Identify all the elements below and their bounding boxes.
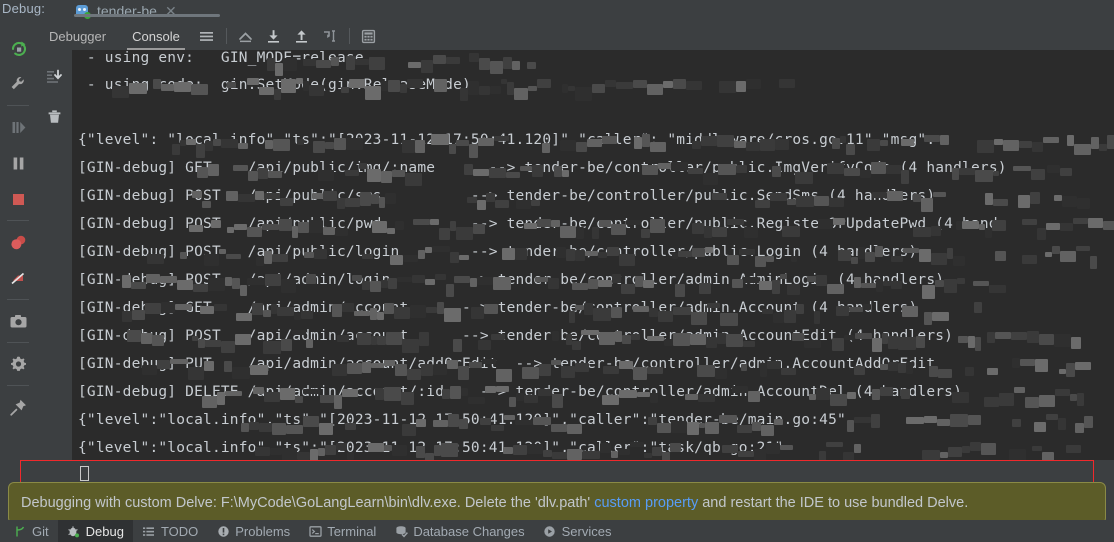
terminal-icon (308, 524, 322, 538)
run-tab-header: Debug: tender-be ✕ (0, 0, 1114, 22)
toolbar-divider (7, 342, 29, 343)
statusbar-todo[interactable]: TODO (133, 520, 207, 542)
statusbar-label: TODO (161, 524, 198, 539)
statusbar-terminal[interactable]: Terminal (299, 520, 385, 542)
pause-program-button[interactable] (0, 145, 36, 181)
console-line: - using code: gin.SetMode(gin.ReleaseMod… (78, 77, 471, 93)
gear-icon[interactable] (0, 346, 36, 382)
screenshot-button[interactable] (0, 303, 36, 339)
console-line: [GIN-debug] PUT /api/admin/account/addOr… (78, 356, 935, 372)
stop-button[interactable] (0, 181, 36, 217)
toolbar-divider (7, 105, 29, 106)
console-line: [GIN-debug] POST /api/public/login --> t… (78, 244, 917, 260)
problems-icon (216, 524, 230, 538)
balloon-text-before: Debugging with custom Delve: F:\MyCode\G… (21, 495, 594, 511)
tab-debugger[interactable]: Debugger (36, 22, 119, 50)
view-breakpoints-button[interactable] (0, 224, 36, 260)
statusbar-label: Database Changes (413, 524, 524, 539)
console-line: - using env: GIN_MODE=release (78, 50, 364, 66)
statusbar-label: Services (562, 524, 612, 539)
console-line: [GIN-debug] POST /api/public/pwd --> ten… (78, 216, 998, 232)
pin-icon[interactable] (0, 389, 36, 425)
todo-list-icon (142, 524, 156, 538)
debug-actions-toolbar (0, 22, 36, 520)
balloon-text-after: and restart the IDE to use bundled Delve… (698, 495, 968, 511)
debug-tool-window: Debug: tender-be ✕ Debugger Console - us… (0, 0, 1114, 542)
console-line: [GIN-debug] POST /api/public/sms --> ten… (78, 188, 935, 204)
step-into-icon[interactable] (260, 22, 288, 50)
statusbar-git[interactable]: Git (4, 520, 58, 542)
console-gutter-toolbar (36, 50, 72, 460)
resume-program-button[interactable] (0, 109, 36, 145)
run-configuration-tab[interactable]: tender-be ✕ (72, 0, 183, 22)
toolbar-divider (7, 385, 29, 386)
statusbar: Git Debug TODO Problems Terminal Databas… (0, 520, 1114, 542)
toolbar-divider (349, 28, 350, 44)
mute-breakpoints-button[interactable] (0, 260, 36, 296)
console-output[interactable]: - using env: GIN_MODE=release - using co… (72, 50, 1114, 460)
statusbar-database-changes[interactable]: Database Changes (385, 520, 533, 542)
delve-notification-balloon: Debugging with custom Delve: F:\MyCode\G… (8, 482, 1106, 524)
clear-all-button[interactable] (36, 96, 72, 136)
edit-configurations-button[interactable] (0, 66, 36, 102)
console-line: {"level":"local.info","ts":"[2023-11-12 … (78, 440, 783, 456)
statusbar-label: Debug (86, 524, 124, 539)
toolbar-divider (226, 28, 227, 44)
debug-bug-icon (67, 524, 81, 538)
custom-property-link[interactable]: custom property (594, 495, 698, 511)
scroll-to-end-button[interactable] (36, 56, 72, 96)
toolbar-divider (7, 299, 29, 300)
run-tab-underline (74, 14, 220, 17)
statusbar-label: Git (32, 524, 49, 539)
statusbar-label: Terminal (327, 524, 376, 539)
run-to-cursor-icon[interactable] (316, 22, 344, 50)
database-icon (394, 524, 408, 538)
statusbar-debug[interactable]: Debug (58, 520, 133, 542)
console-line: [GIN-debug] DELETE /api/admin/account/:i… (78, 384, 962, 400)
console-line: [GIN-debug] POST /api/admin/login --> te… (78, 272, 944, 288)
evaluate-expression-icon[interactable] (355, 22, 383, 50)
step-out-icon[interactable] (232, 22, 260, 50)
statusbar-label: Problems (235, 524, 290, 539)
git-branch-icon (13, 524, 27, 538)
toolbar-divider (7, 220, 29, 221)
statusbar-problems[interactable]: Problems (207, 520, 299, 542)
console-line: [GIN-debug] GET /api/admin/account --> t… (78, 300, 917, 316)
statusbar-services[interactable]: Services (534, 520, 621, 542)
console-line: [GIN-debug] POST /api/admin/account --> … (78, 328, 953, 344)
console-line: {"level":"local.info","ts":"[2023-11-12 … (78, 412, 846, 428)
soft-wrap-icon[interactable] (193, 22, 221, 50)
step-over-icon[interactable] (288, 22, 316, 50)
services-play-icon (543, 524, 557, 538)
console-line: [GIN-debug] GET /api/public/img/:name --… (78, 160, 1007, 176)
console-tabstrip: Debugger Console (36, 22, 1114, 50)
debug-label: Debug: (2, 1, 45, 16)
tab-console[interactable]: Console (119, 22, 193, 50)
console-line: {"level": "local.info","ts":"[2023-11-12… (78, 132, 935, 148)
console-caret (80, 466, 89, 481)
rerun-button[interactable] (0, 30, 36, 66)
